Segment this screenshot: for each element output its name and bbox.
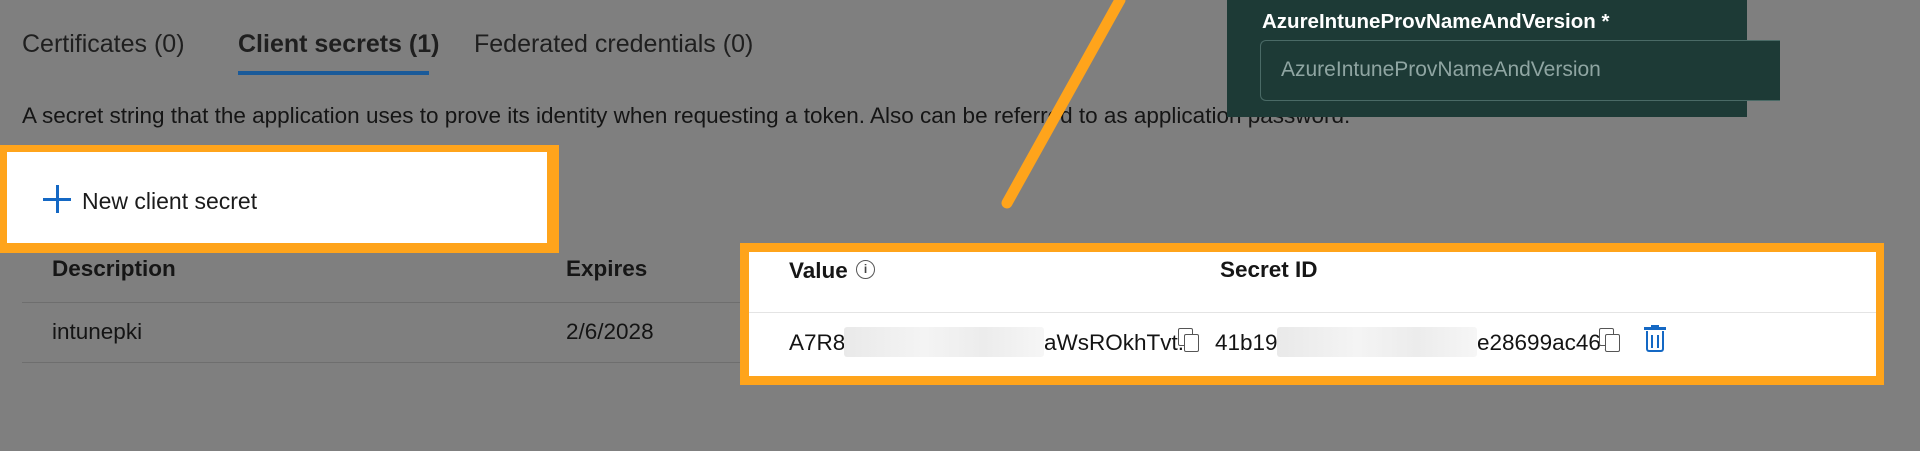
annotation-arrow [1001, 0, 1126, 209]
